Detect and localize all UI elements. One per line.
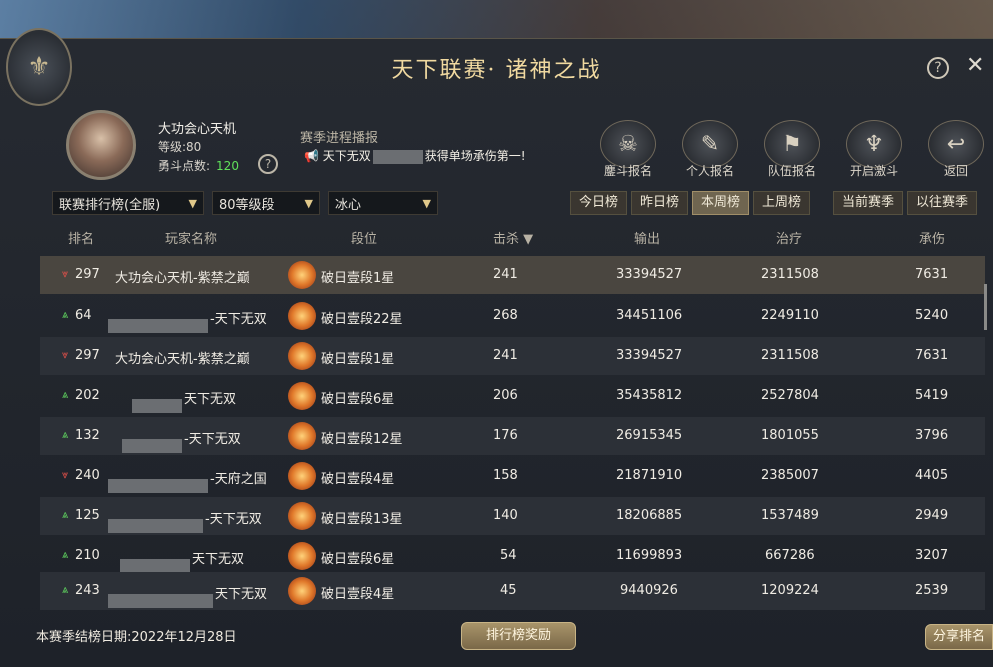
scroll-sword-icon: ✎ [682,120,738,168]
rank-up-icon: ⩓ [62,388,69,401]
chevron-down-icon: ▼ [304,196,313,210]
redacted-name [122,439,182,453]
level-label: 等级: [158,140,187,154]
redacted-name [372,149,423,164]
solo-signup-button[interactable]: ✎ 个人报名 [676,120,744,179]
ranking-reward-button[interactable]: 排行榜奖励 [461,622,576,650]
page-title: 天下联赛· 诸神之战 [391,58,602,83]
redacted-name [108,319,208,333]
redacted-name [108,519,203,533]
col-tank: 承伤 [919,232,946,247]
col-tier: 段位 [351,232,378,247]
table-row[interactable]: ⩓ 202 天下无双 破日壹段6星 206 35435812 2527804 5… [40,377,985,415]
team-signup-button[interactable]: ⚑ 队伍报名 [758,120,826,179]
points-label: 勇斗点数: [158,159,211,173]
redacted-name [132,399,182,413]
tier-medal-icon [288,382,316,410]
start-battle-button[interactable]: ♆ 开启激斗 [840,120,908,179]
trident-emblem-icon: ♆ [846,120,902,168]
col-heal: 治疗 [776,232,803,247]
flag-scroll-icon: ⚑ [764,120,820,168]
table-scrollbar[interactable] [984,284,987,330]
help-button[interactable]: ? [927,57,949,79]
megaphone-icon: 📢 [304,149,319,163]
season-tabs: 当前赛季 以往赛季 [833,191,978,215]
table-row[interactable]: ⩓ 132 -天下无双 破日壹段12星 176 26915345 1801055… [40,417,985,455]
level-value: 80 [186,140,202,154]
col-kills-sort[interactable]: 击杀 ▼ [493,228,533,247]
return-arrow-icon: ↩ [928,120,984,168]
player-avatar[interactable] [66,110,136,180]
tier-medal-icon [288,302,316,330]
table-row[interactable]: ⩓ 125 -天下无双 破日壹段13星 140 18206885 1537489… [40,497,985,535]
rank-up-icon: ⩓ [62,548,69,561]
table-row[interactable]: ⩓ 64 -天下无双 破日壹段22星 268 34451106 2249110 … [40,297,985,335]
chevron-down-icon: ▼ [188,196,197,210]
broadcast-label: 赛季进程播报 [300,131,379,146]
tier-medal-icon [288,542,316,570]
broadcast-message: 📢 天下无双 获得单场承伤第一! [304,149,526,164]
points-help-button[interactable]: ? [258,154,278,174]
table-row[interactable]: ⩔ 297 大功会心天机-紫禁之巅 破日壹段1星 241 33394527 23… [40,337,985,375]
col-damage: 输出 [634,232,661,247]
rank-up-icon: ⩓ [62,583,69,596]
table-row[interactable]: ⩓ 243 天下无双 破日壹段4星 45 9440926 1209224 253… [40,572,985,610]
redacted-name [108,594,213,608]
school-dropdown[interactable]: 冰心 ▼ [328,191,438,215]
tier-medal-icon [288,422,316,450]
player-name: 大功会心天机 [158,122,237,137]
table-header: 排名 玩家名称 段位 击杀 ▼ 输出 治疗 承伤 [40,228,985,248]
points-value: 120 [216,159,239,173]
share-ranking-button[interactable]: 分享排名 [925,624,993,650]
grade-dropdown[interactable]: 80等级段 ▼ [212,191,320,215]
battle-signup-button[interactable]: ☠ 鏖斗报名 [594,120,662,179]
chevron-down-icon: ▼ [422,196,431,210]
return-button[interactable]: ↩ 返回 [922,120,990,179]
tab-today[interactable]: 今日榜 [570,191,628,215]
table-row[interactable]: ⩓ 210 天下无双 破日壹段6星 54 11699893 667286 320… [40,537,985,575]
tab-past-seasons[interactable]: 以往赛季 [907,191,978,215]
player-level: 等级:80 [158,138,201,155]
tier-medal-icon [288,502,316,530]
rank-up-icon: ⩓ [62,508,69,521]
tab-last-week[interactable]: 上周榜 [753,191,811,215]
close-button[interactable]: ✕ [966,53,984,78]
col-rank: 排名 [68,232,95,247]
period-tabs: 今日榜 昨日榜 本周榜 上周榜 [570,191,811,215]
rank-down-icon: ⩔ [62,267,69,280]
tab-this-week[interactable]: 本周榜 [692,191,750,215]
demon-mask-icon: ☠ [600,120,656,168]
tier-medal-icon [288,342,316,370]
season-end-date: 本赛季结榜日期:2022年12月28日 [36,630,237,645]
rank-down-icon: ⩔ [62,468,69,481]
tier-medal-icon [288,462,316,490]
redacted-name [120,559,190,573]
tab-current-season[interactable]: 当前赛季 [833,191,904,215]
rank-down-icon: ⩔ [62,348,69,361]
rank-up-icon: ⩓ [62,308,69,321]
action-buttons: ☠ 鏖斗报名 ✎ 个人报名 ⚑ 队伍报名 ♆ 开启激斗 ↩ 返回 [594,120,990,179]
tier-medal-icon [288,577,316,605]
tab-yesterday[interactable]: 昨日榜 [631,191,689,215]
player-points: 勇斗点数: 120 [158,157,239,174]
redacted-name [108,479,208,493]
filter-bar: 联赛排行榜(全服) ▼ 80等级段 ▼ 冰心 ▼ [52,191,438,215]
tier-medal-icon [288,261,316,289]
rank-up-icon: ⩓ [62,428,69,441]
table-row[interactable]: ⩔ 297 大功会心天机-紫禁之巅 破日壹段1星 241 33394527 23… [40,256,985,294]
scope-dropdown[interactable]: 联赛排行榜(全服) ▼ [52,191,204,215]
col-player: 玩家名称 [165,232,218,247]
table-row[interactable]: ⩔ 240 -天府之国 破日壹段4星 158 21871910 2385007 … [40,457,985,495]
